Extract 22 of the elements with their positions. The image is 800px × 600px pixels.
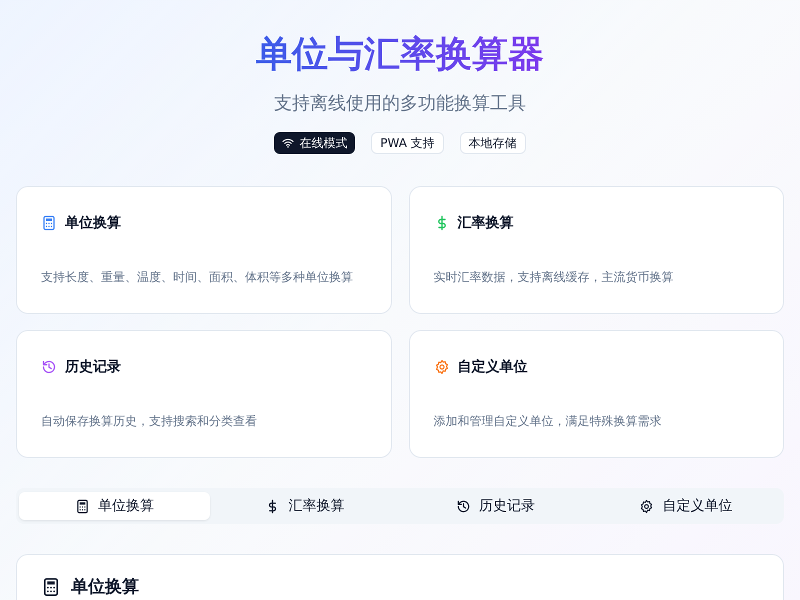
card-description: 支持长度、重量、温度、时间、面积、体积等多种单位换算 (41, 269, 354, 286)
card-description: 实时汇率数据，支持离线缓存，主流货币换算 (434, 269, 674, 286)
card-title: 历史记录 (65, 358, 121, 376)
calculator-icon (41, 576, 61, 596)
app-subtitle: 支持离线使用的多功能换算工具 (274, 92, 526, 116)
tab[interactable]: 汇率换算 (210, 492, 400, 520)
card-title: 自定义单位 (458, 358, 528, 376)
feature-badge: 本地存储 (460, 132, 526, 154)
settings-icon (639, 498, 654, 514)
card-description: 添加和管理自定义单位，满足特殊换算需求 (434, 413, 662, 430)
status-badge: 在线模式 (274, 132, 356, 154)
card-title: 汇率换算 (458, 214, 514, 232)
tab[interactable]: 历史记录 (400, 492, 590, 520)
card-description: 自动保存换算历史，支持搜索和分类查看 (41, 413, 258, 430)
calculator-icon (74, 498, 90, 514)
panel-title: 单位换算 (71, 576, 139, 598)
feature-badge: PWA 支持 (371, 132, 444, 154)
history-icon (456, 498, 471, 514)
tab[interactable]: 单位换算 (19, 492, 210, 520)
tab[interactable]: 自定义单位 (590, 492, 781, 520)
wifi-icon (282, 138, 294, 148)
card-title: 单位换算 (65, 214, 121, 232)
